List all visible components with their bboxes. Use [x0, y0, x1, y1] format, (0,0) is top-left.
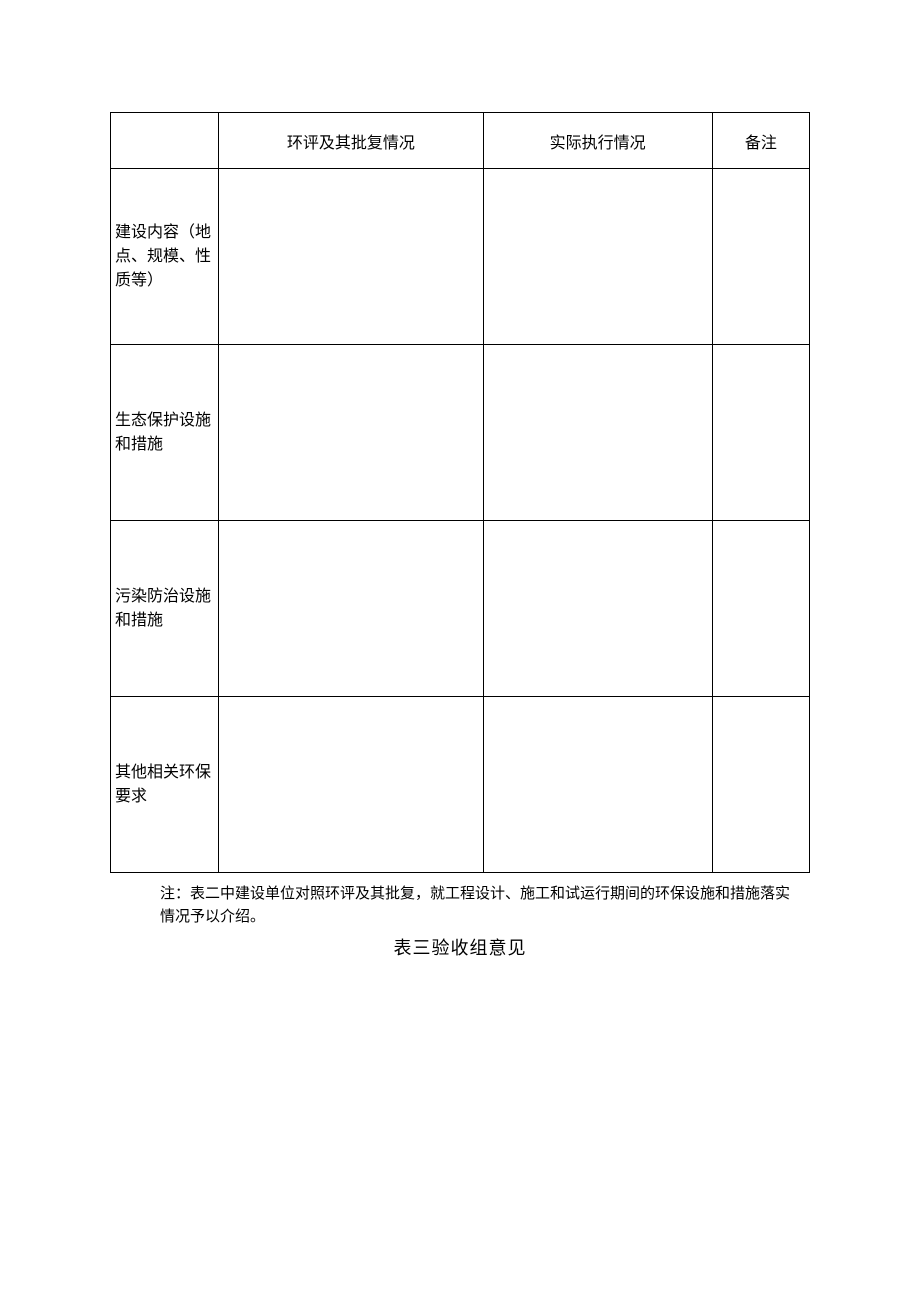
cell-pollution-approval: [219, 521, 483, 697]
table-row: 污染防治设施和措施: [111, 521, 810, 697]
table-row: 建设内容（地点、规模、性质等）: [111, 169, 810, 345]
cell-other-actual: [483, 697, 712, 873]
cell-other-approval: [219, 697, 483, 873]
row-label-other: 其他相关环保要求: [111, 697, 219, 873]
table-note: 注：表二中建设单位对照环评及其批复，就工程设计、施工和试运行期间的环保设施和措施…: [160, 883, 810, 930]
header-remark: 备注: [712, 113, 809, 169]
header-blank: [111, 113, 219, 169]
cell-pollution-remark: [712, 521, 809, 697]
header-approval: 环评及其批复情况: [219, 113, 483, 169]
cell-ecology-remark: [712, 345, 809, 521]
row-label-construction: 建设内容（地点、规模、性质等）: [111, 169, 219, 345]
table-row: 生态保护设施和措施: [111, 345, 810, 521]
cell-other-remark: [712, 697, 809, 873]
cell-construction-remark: [712, 169, 809, 345]
cell-pollution-actual: [483, 521, 712, 697]
comparison-table: 环评及其批复情况 实际执行情况 备注 建设内容（地点、规模、性质等） 生态保护设…: [110, 112, 810, 873]
row-label-ecology: 生态保护设施和措施: [111, 345, 219, 521]
row-label-pollution: 污染防治设施和措施: [111, 521, 219, 697]
table-container: 环评及其批复情况 实际执行情况 备注 建设内容（地点、规模、性质等） 生态保护设…: [110, 112, 810, 873]
cell-construction-approval: [219, 169, 483, 345]
cell-ecology-approval: [219, 345, 483, 521]
table-header-row: 环评及其批复情况 实际执行情况 备注: [111, 113, 810, 169]
cell-ecology-actual: [483, 345, 712, 521]
header-actual: 实际执行情况: [483, 113, 712, 169]
section-title-table3: 表三验收组意见: [110, 934, 810, 960]
table-row: 其他相关环保要求: [111, 697, 810, 873]
cell-construction-actual: [483, 169, 712, 345]
